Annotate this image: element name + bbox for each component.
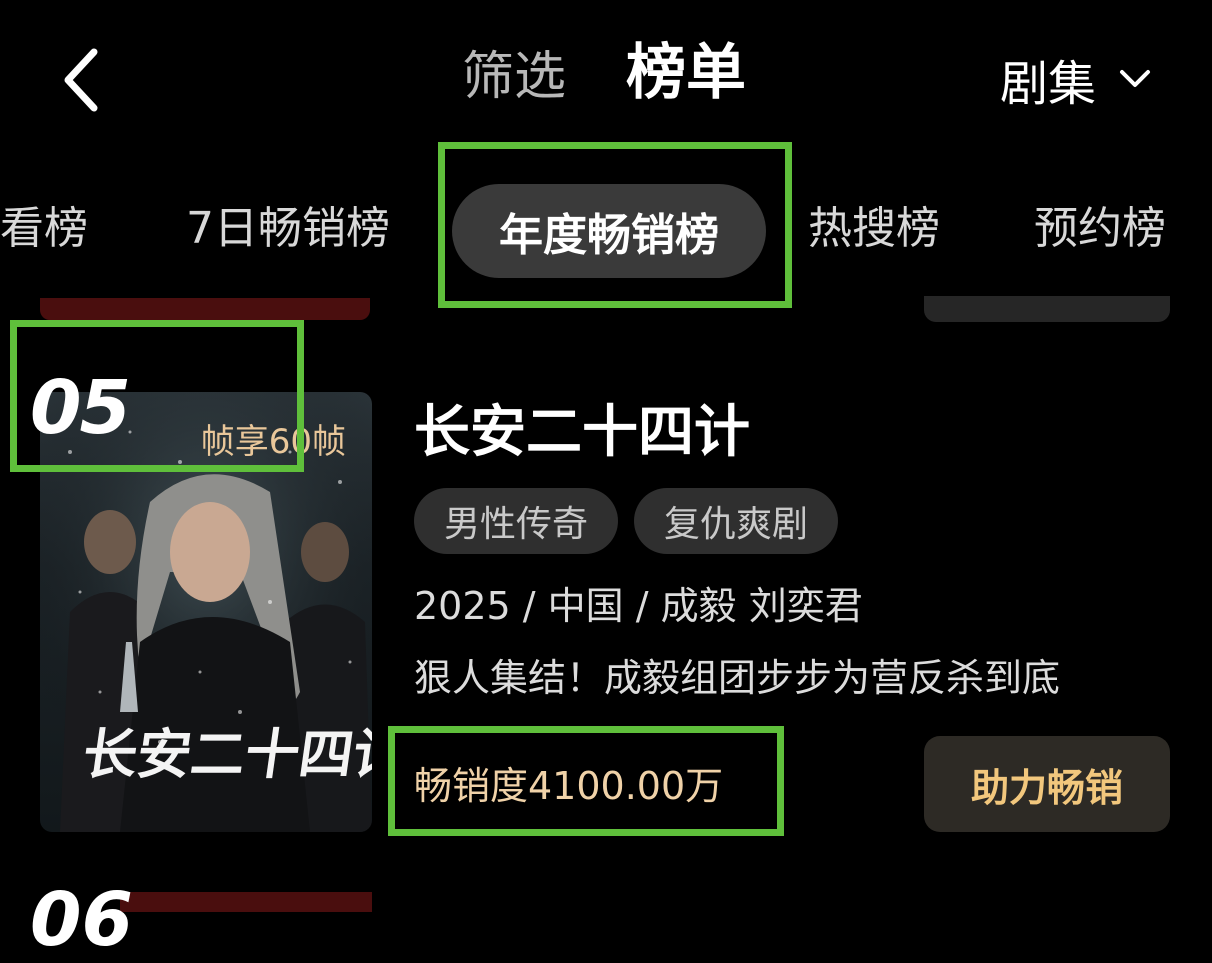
category-tab-reservation[interactable]: 预约榜 — [1034, 196, 1166, 262]
drama-poster[interactable]: 帧享60帧 长安二十四计 — [40, 392, 372, 832]
boost-sales-label: 助力畅销 — [970, 765, 1123, 810]
drama-meta: 2025 / 中国 / 成毅 刘奕君 — [414, 584, 863, 628]
next-rank-number: 06 — [30, 877, 133, 963]
tag-list: 男性传奇 复仇爽剧 — [414, 488, 839, 554]
content-type-select[interactable]: 剧集 — [1000, 44, 1152, 114]
tag-chip[interactable]: 男性传奇 — [414, 488, 619, 554]
category-tab-label: 看榜 — [0, 203, 88, 254]
tab-filter[interactable]: 筛选 — [462, 42, 566, 112]
drama-description: 狠人集结！成毅组团步步为营反杀到底 — [414, 656, 1061, 700]
rank-number: 05 — [30, 365, 131, 451]
next-item-poster[interactable] — [120, 892, 372, 912]
tag-chip[interactable]: 复仇爽剧 — [634, 488, 839, 554]
poster-calligraphy-title: 长安二十四计 — [78, 722, 372, 786]
tab-ranking[interactable]: 榜单 — [626, 38, 746, 108]
chevron-left-icon — [64, 48, 98, 112]
sales-score: 畅销度4100.00万 — [414, 764, 724, 808]
chevron-down-icon — [1120, 70, 1151, 87]
category-tab-hot-search[interactable]: 热搜榜 — [808, 196, 940, 262]
content-type-label: 剧集 — [1000, 56, 1097, 112]
boost-sales-button[interactable]: 助力畅销 — [924, 736, 1170, 832]
drama-title[interactable]: 长安二十四计 — [414, 398, 750, 468]
previous-item-poster[interactable] — [40, 298, 370, 320]
category-tab-must-watch[interactable]: 看榜 — [0, 186, 104, 276]
previous-item-boost-button[interactable] — [924, 296, 1170, 322]
category-tab-7day-sales[interactable]: 7日畅销榜 — [186, 196, 390, 262]
back-button[interactable] — [58, 40, 118, 120]
poster-badge: 帧享60帧 — [200, 422, 346, 462]
category-tab-annual-sales[interactable]: 年度畅销榜 — [452, 184, 766, 278]
category-tab-label: 年度畅销榜 — [499, 210, 719, 261]
